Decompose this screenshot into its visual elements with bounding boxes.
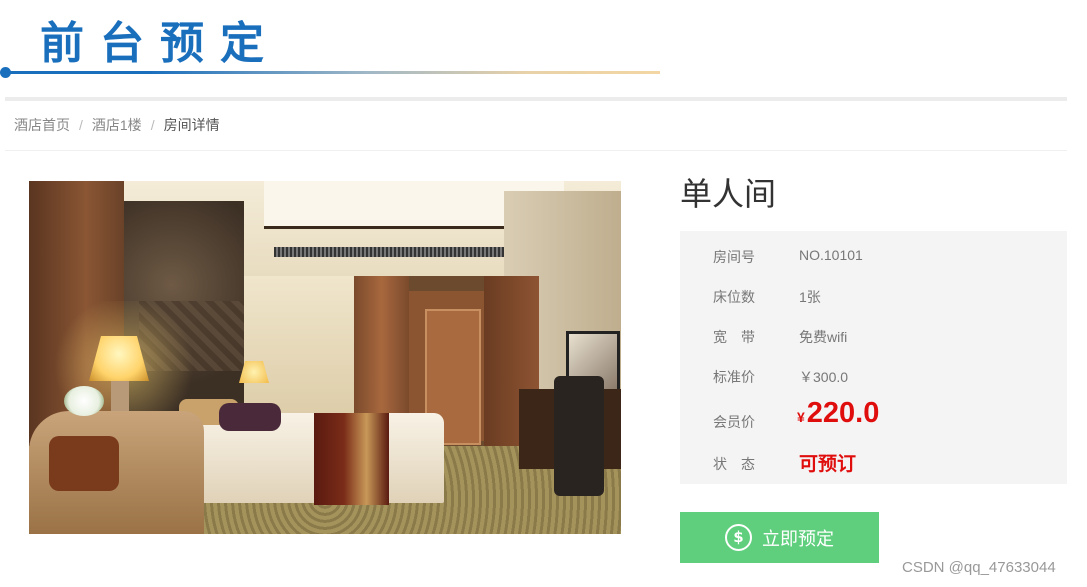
room-number-value: NO.10101 — [799, 247, 863, 263]
book-now-button[interactable]: $ 立即预定 — [680, 512, 879, 563]
breadcrumb-separator: / — [150, 117, 155, 133]
member-price-amount: 220.0 — [806, 397, 880, 429]
photo-pillow — [219, 403, 281, 431]
room-number-label: 房间号 — [713, 249, 755, 265]
photo-cushion — [49, 436, 119, 491]
member-price-label: 会员价 — [713, 414, 755, 430]
room-name: 单人间 — [680, 175, 777, 213]
standard-price-label: 标准价 — [713, 369, 755, 385]
page-title: 前台预定 — [40, 18, 280, 69]
breadcrumb-separator: / — [79, 117, 83, 133]
status-label: 状 态 — [713, 456, 755, 472]
breadcrumb-home-link[interactable]: 酒店首页 — [14, 117, 70, 133]
broadband-label: 宽 带 — [713, 329, 755, 345]
currency-symbol: ¥ — [797, 409, 805, 425]
beds-label: 床位数 — [713, 289, 755, 305]
member-price-value: ¥220.0 — [797, 397, 879, 430]
photo-bed-runner — [314, 413, 389, 505]
watermark: CSDN @qq_47633044 — [902, 559, 1056, 576]
breadcrumb-divider — [5, 150, 1067, 151]
breadcrumb-floor-link[interactable]: 酒店1楼 — [92, 117, 142, 133]
room-photo — [29, 181, 621, 534]
room-info-panel: 房间号 NO.10101 床位数 1张 宽 带 免费wifi 标准价 ￥300.… — [680, 231, 1067, 484]
photo-flowers — [64, 386, 104, 416]
beds-value: 1张 — [799, 289, 821, 305]
book-now-label: 立即预定 — [762, 528, 834, 550]
title-underline — [6, 71, 660, 74]
standard-price-value: ￥300.0 — [799, 369, 849, 385]
status-value: 可预订 — [799, 454, 857, 475]
breadcrumb-current: 房间详情 — [163, 117, 220, 133]
header-divider — [5, 97, 1067, 101]
dollar-circle-icon: $ — [725, 524, 752, 551]
broadband-value: 免费wifi — [799, 329, 848, 345]
photo-chair — [554, 376, 604, 496]
breadcrumb: 酒店首页 / 酒店1楼 / 房间详情 — [14, 115, 220, 135]
